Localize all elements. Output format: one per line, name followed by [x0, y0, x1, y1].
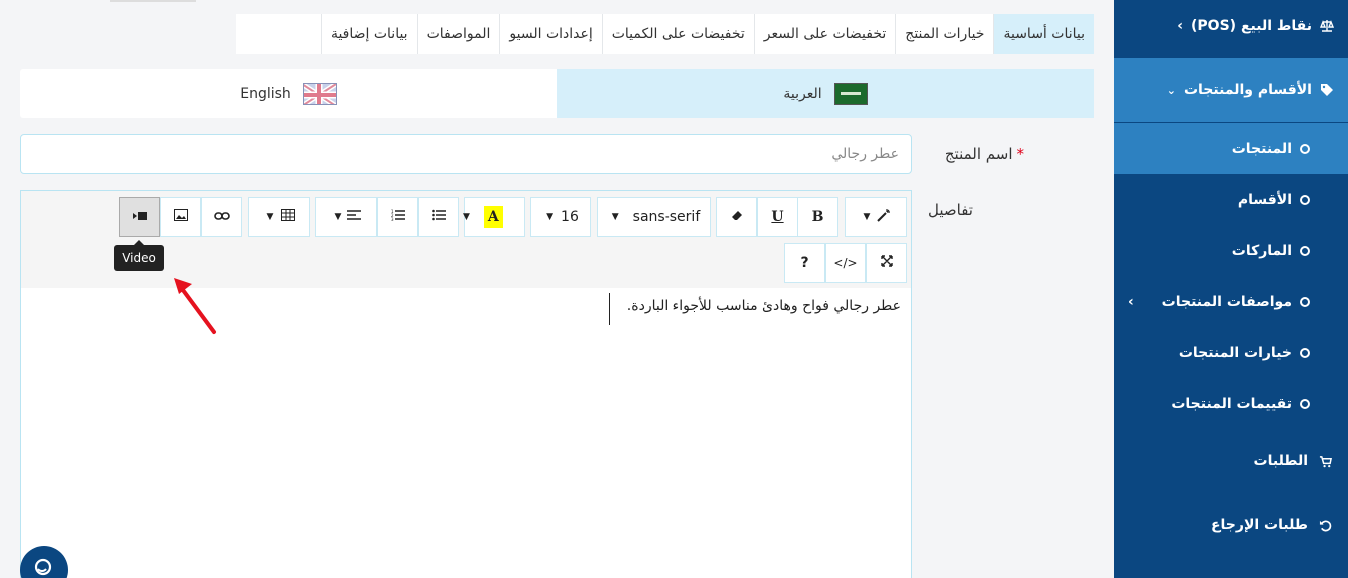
sidebar-item-returns-label: طلبات الإرجاع [1210, 517, 1308, 533]
saudi-flag-icon [833, 82, 868, 105]
expand-icon [880, 255, 893, 271]
sidebar-item-label: الأقسام [1237, 191, 1292, 208]
video-tooltip: Video [114, 240, 164, 271]
details-label: تفاصيل [928, 201, 973, 219]
tab-price-discounts[interactable]: تخفيضات على السعر [753, 14, 896, 54]
editor-toolbar: ▼ B U ▼ sans-serif ▼ 16 ▼ A 1 2 3 ▼ ▼ </… [21, 191, 911, 288]
picture-button[interactable] [160, 197, 201, 237]
caret-down-icon: ▼ [546, 212, 554, 222]
list-ul-icon [431, 209, 446, 225]
eraser-icon [731, 209, 743, 225]
caret-down-icon: ▼ [266, 212, 274, 222]
sidebar-item-options[interactable]: خيارات المنتجات [1114, 327, 1348, 378]
chevron-down-icon: ⌄ [1166, 83, 1176, 97]
circle-icon [1300, 143, 1310, 154]
sidebar-item-brands[interactable]: الماركات [1114, 225, 1348, 276]
sidebar-item-pos-label: نقاط البيع (POS) [1191, 18, 1312, 34]
code-view-button[interactable]: </> [825, 243, 866, 283]
product-tabs: بيانات أساسية خيارات المنتج تخفيضات على … [236, 14, 1094, 54]
video-icon [132, 209, 148, 225]
tab-language-english[interactable]: English [20, 69, 557, 118]
sidebar-item-label: مواصفات المنتجات [1161, 293, 1292, 310]
language-tabs: العربية English [20, 69, 1094, 118]
product-name-input[interactable] [20, 134, 912, 174]
sidebar-item-pos[interactable]: نقاط البيع (POS) › [1114, 10, 1348, 42]
chevron-right-icon: › [1177, 18, 1184, 34]
sidebar-item-label: خيارات المنتجات [1178, 344, 1292, 361]
search-icon [33, 557, 55, 578]
align-left-icon [347, 209, 362, 225]
bold-button[interactable]: B [797, 197, 838, 237]
sidebar-item-orders[interactable]: الطلبات [1114, 436, 1348, 486]
tab-product-options[interactable]: خيارات المنتج [895, 14, 993, 54]
tab-quantity-discounts[interactable]: تخفيضات على الكميات [601, 14, 754, 54]
text-cursor [609, 293, 610, 325]
undo-icon [1318, 518, 1332, 532]
sidebar-item-label: الماركات [1231, 242, 1292, 259]
font-family-select[interactable]: ▼ sans-serif [597, 197, 711, 237]
table-button[interactable]: ▼ [248, 197, 310, 237]
tab-language-arabic[interactable]: العربية [557, 69, 1094, 118]
sidebar: نقاط البيع (POS) › الأقسام والمنتجات ⌄ ا… [1114, 0, 1348, 578]
unordered-list-button[interactable] [418, 197, 459, 237]
ordered-list-button[interactable]: 123 [377, 197, 418, 237]
circle-icon [1300, 245, 1310, 256]
help-button[interactable]: ? [784, 243, 825, 283]
style-magic-button[interactable]: ▼ [845, 197, 907, 237]
caret-down-icon: ▼ [611, 212, 619, 222]
fullscreen-button[interactable] [866, 243, 907, 283]
uk-flag-icon [302, 82, 337, 105]
tab-specifications[interactable]: المواصفات [416, 14, 500, 54]
sidebar-item-products[interactable]: المنتجات [1114, 123, 1348, 174]
paragraph-align-button[interactable]: ▼ [315, 197, 377, 237]
cart-icon [1318, 454, 1332, 468]
red-arrow-annotation [174, 278, 216, 334]
underline-button[interactable]: U [757, 197, 798, 237]
sidebar-item-sections[interactable]: الأقسام [1114, 174, 1348, 225]
tab-extra-data[interactable]: بيانات إضافية [320, 14, 417, 54]
link-button[interactable] [201, 197, 242, 237]
link-icon [213, 209, 230, 225]
caret-down-icon: ▼ [863, 212, 871, 222]
sidebar-item-specs[interactable]: مواصفات المنتجات › [1114, 276, 1348, 327]
tag-icon [1320, 83, 1334, 97]
video-button[interactable] [119, 197, 160, 237]
svg-text:3: 3 [391, 217, 394, 221]
text-color-button[interactable]: ▼ A [463, 197, 525, 237]
circle-icon [1300, 398, 1310, 409]
sidebar-item-reviews[interactable]: تقييمات المنتجات [1114, 378, 1348, 429]
circle-icon [1300, 347, 1310, 358]
list-ol-icon: 123 [391, 209, 405, 225]
circle-icon [1300, 194, 1310, 205]
language-english-label: English [240, 85, 291, 102]
tab-seo-settings[interactable]: إعدادات السيو [499, 14, 601, 54]
sidebar-item-returns[interactable]: طلبات الإرجاع [1114, 500, 1348, 550]
language-arabic-label: العربية [783, 85, 822, 102]
font-size-select[interactable]: ▼ 16 [530, 197, 591, 237]
table-icon [281, 209, 296, 225]
font-family-value: sans-serif [632, 209, 701, 225]
sidebar-item-label: المنتجات [1231, 140, 1292, 157]
tab-basic-data[interactable]: بيانات أساسية [993, 14, 1094, 54]
font-size-value: 16 [561, 209, 579, 225]
editor-text: عطر رجالي فواح وهادئ مناسب للأجواء البار… [626, 298, 901, 314]
sidebar-item-label: تقييمات المنتجات [1171, 395, 1292, 412]
product-name-label: *اسم المنتج [944, 145, 1024, 163]
caret-down-icon: ▼ [334, 212, 342, 222]
circle-icon [1300, 296, 1310, 307]
caret-down-icon: ▼ [463, 212, 470, 222]
eraser-button[interactable] [716, 197, 757, 237]
chevron-left-icon: › [1128, 293, 1134, 310]
scale-icon [1320, 19, 1334, 33]
editor-content[interactable]: عطر رجالي فواح وهادئ مناسب للأجواء البار… [21, 288, 911, 324]
sidebar-item-orders-label: الطلبات [1253, 453, 1308, 469]
top-scroll-hint [110, 0, 196, 2]
sidebar-item-categories[interactable]: الأقسام والمنتجات ⌄ [1114, 58, 1348, 122]
magic-wand-icon [876, 207, 892, 227]
sidebar-item-categories-label: الأقسام والمنتجات [1183, 82, 1312, 98]
image-icon [173, 209, 188, 225]
text-color-label: A [483, 206, 503, 228]
